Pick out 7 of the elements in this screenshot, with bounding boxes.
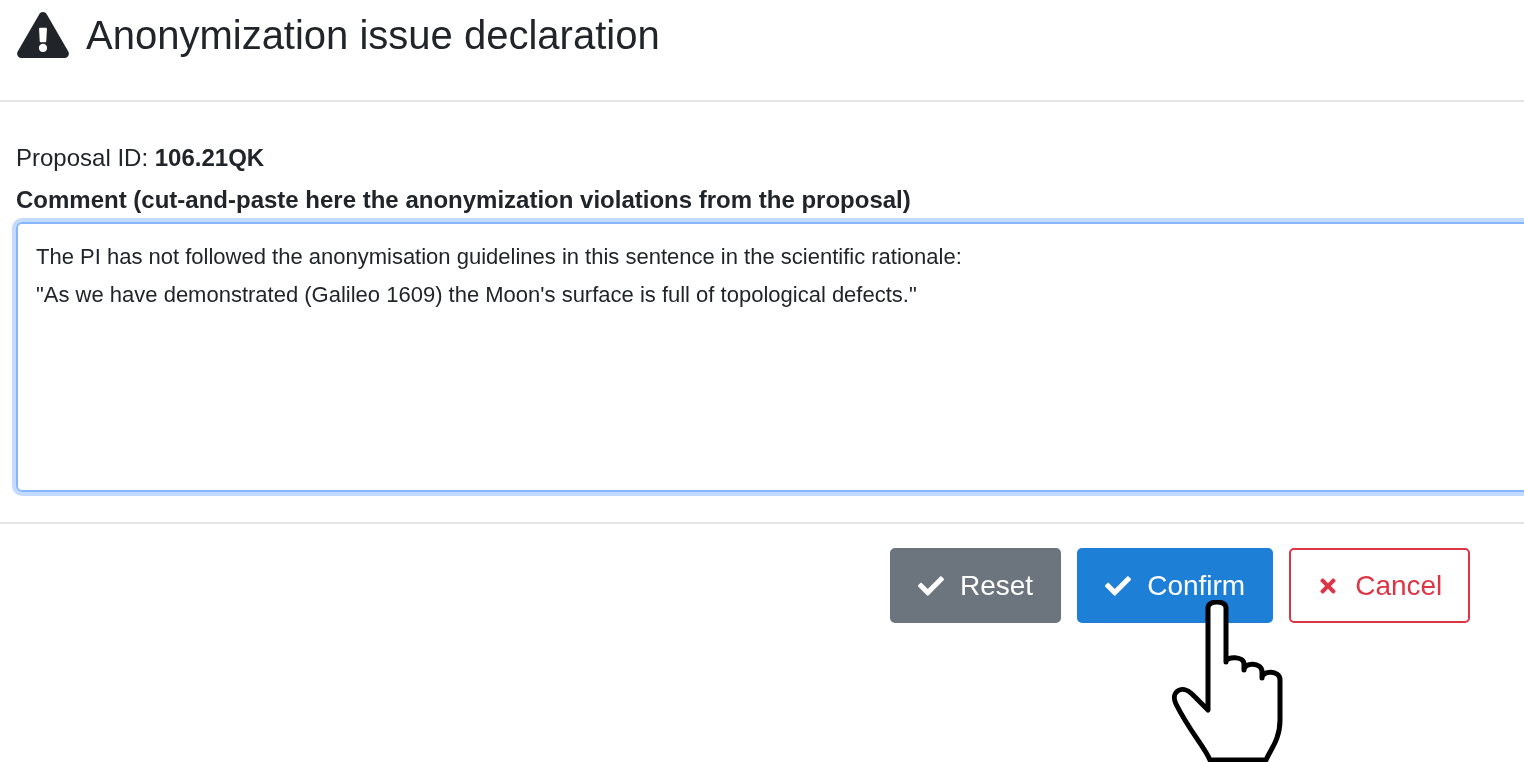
confirm-button[interactable]: Confirm: [1077, 548, 1274, 623]
cancel-button[interactable]: Cancel: [1289, 548, 1471, 623]
warning-icon: [16, 12, 70, 58]
proposal-id-text: Proposal ID: 106.21QK: [16, 143, 266, 173]
comment-label: Comment (cut-and-paste here the anonymization violations from the proposal): [16, 185, 912, 215]
reset-button[interactable]: Reset: [890, 548, 1062, 623]
dialog-title: Anonymization issue declaration: [86, 15, 660, 55]
